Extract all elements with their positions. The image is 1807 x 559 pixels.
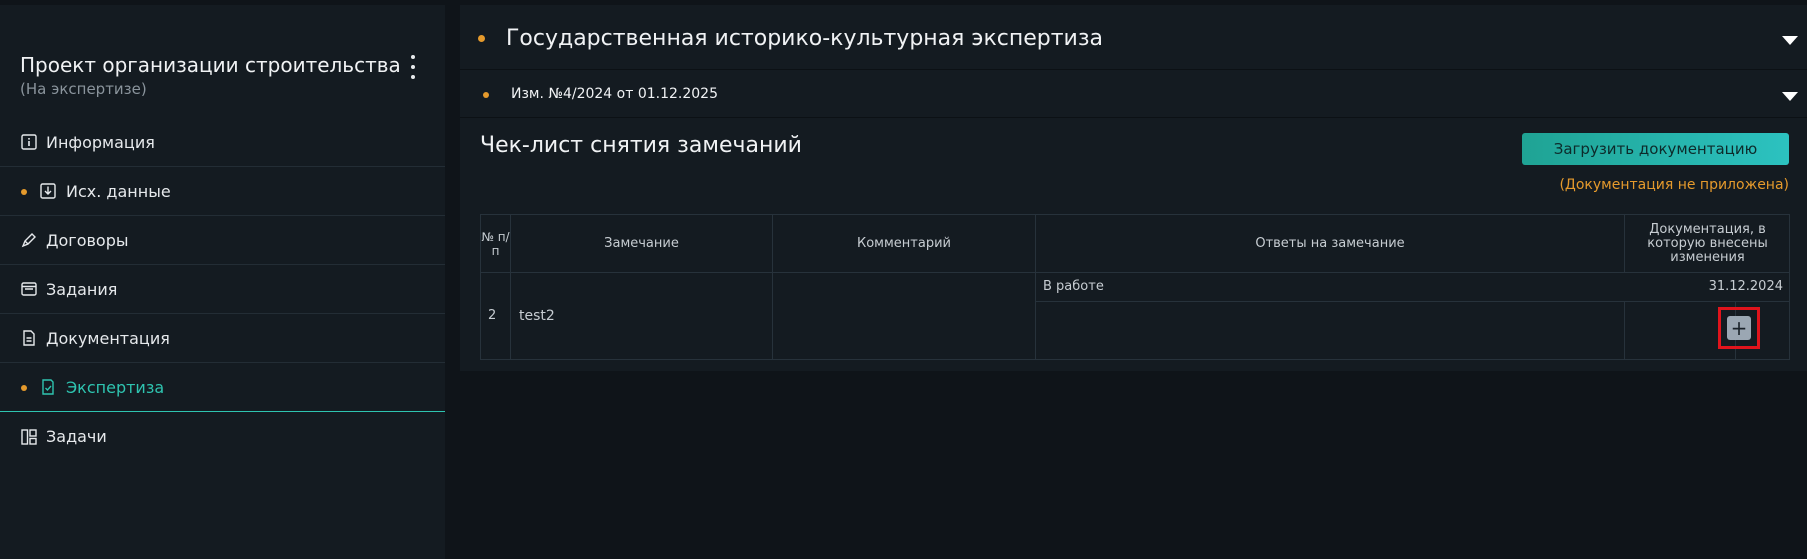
status-dot [483,92,489,98]
plus-icon: + [1730,316,1748,340]
windows-icon [20,280,38,298]
sidebar-item-contracts[interactable]: Договоры [0,216,445,265]
add-answer-button[interactable]: + [1727,316,1751,340]
subsection-title: Изм. №4/2024 от 01.12.2025 [511,86,718,102]
checklist-title: Чек-лист снятия замечаний [480,133,802,158]
table-cell-remark: test2 [511,273,773,359]
answer-documentation-cell [1625,302,1736,359]
column-header-comment: Комментарий [773,215,1036,273]
chevron-down-icon[interactable] [1782,92,1798,101]
status-dot [21,385,27,391]
sidebar-item-label: Задания [46,279,118,299]
pen-icon [20,231,38,249]
project-title: Проект организации строительства [20,53,401,77]
sidebar: Проект организации строительства (На экс… [0,5,445,559]
sidebar-item-label: Информация [46,132,155,152]
document-icon [20,329,38,347]
status-dot [478,35,485,42]
kanban-icon [20,428,38,446]
answer-status: В работе [1043,279,1104,294]
download-box-icon [39,182,57,200]
checklist-table: № п/ п Замечание Комментарий Ответы на з… [480,214,1790,360]
project-status: (На экспертизе) [20,80,147,98]
section-title: Государственная историко-культурная эксп… [506,26,1104,51]
chevron-down-icon[interactable] [1782,36,1798,45]
checklist-icon [39,378,57,396]
sidebar-item-label: Экспертиза [66,377,165,397]
column-header-number: № п/ п [481,215,511,273]
subsection-header[interactable]: Изм. №4/2024 от 01.12.2025 [460,72,1807,118]
answer-text-cell [1036,302,1625,359]
sidebar-item-label: Исх. данные [66,181,171,201]
sidebar-item-info[interactable]: Информация [0,118,445,167]
column-header-documentation: Документация, в которую внесены изменени… [1625,215,1790,273]
column-header-remark: Замечание [511,215,773,273]
info-icon [20,133,38,151]
column-header-answers: Ответы на замечание [1036,215,1625,273]
table-cell-comment [773,273,1036,359]
table-cell-number: 2 [481,273,511,359]
answer-date: 31.12.2024 [1708,279,1783,294]
sidebar-item-tasks[interactable]: Задачи [0,412,445,461]
more-options-icon[interactable] [404,55,422,79]
sidebar-item-label: Задачи [46,427,107,446]
sidebar-item-tasks-assign[interactable]: Задания [0,265,445,314]
sidebar-item-source-data[interactable]: Исх. данные [0,167,445,216]
answer-row: В работе 31.12.2024 [1036,273,1790,302]
status-dot [21,189,27,195]
sidebar-nav: Информация Исх. данные Договоры Задания [0,118,445,461]
upload-documentation-button[interactable]: Загрузить документацию [1522,133,1789,165]
sidebar-item-documentation[interactable]: Документация [0,314,445,363]
sidebar-item-label: Документация [46,328,170,348]
section-header[interactable]: Государственная историко-культурная эксп… [460,5,1807,70]
sidebar-item-label: Договоры [46,230,129,250]
main-panel: Государственная историко-культурная эксп… [460,5,1807,371]
no-documentation-note: (Документация не приложена) [1559,177,1789,193]
sidebar-item-expertise[interactable]: Экспертиза [0,363,445,412]
